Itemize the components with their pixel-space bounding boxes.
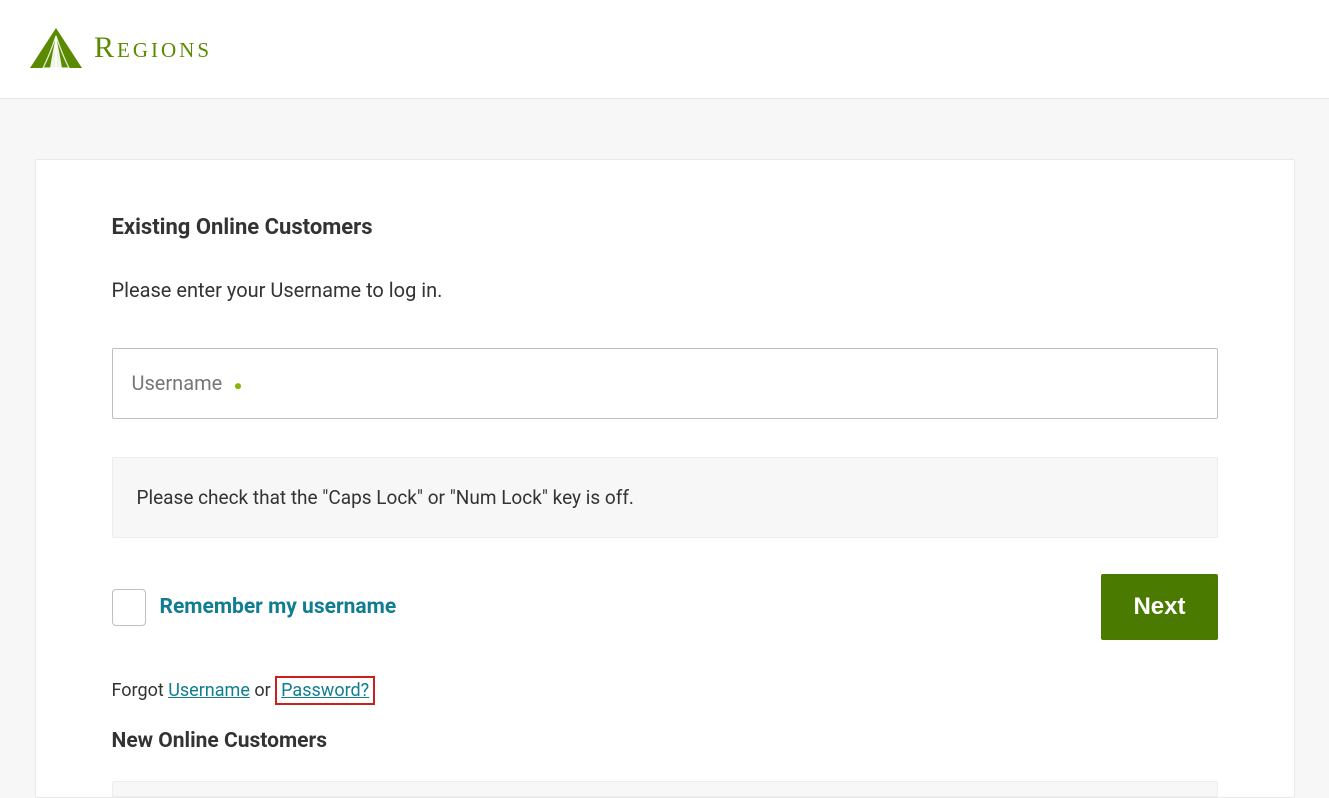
forgot-password-link[interactable]: Password? [281,680,369,701]
regions-logo-icon [30,28,82,68]
forgot-password-highlight: Password? [275,676,375,705]
forgot-line: Forgot Username or Password? [112,676,1218,705]
new-customers-heading: New Online Customers [112,729,1218,753]
forgot-separator: or [250,680,275,701]
new-customers-box [112,781,1218,797]
username-field-wrap: Username [112,348,1218,419]
remember-username-checkbox[interactable] [112,589,146,626]
login-card: Existing Online Customers Please enter y… [35,159,1295,798]
remember-username-label[interactable]: Remember my username [160,595,397,619]
page-header: Regions [0,0,1329,99]
forgot-username-link[interactable]: Username [168,680,250,701]
controls-row: Remember my username Next [112,574,1218,640]
capslock-info-box: Please check that the "Caps Lock" or "Nu… [112,457,1218,538]
next-button[interactable]: Next [1101,574,1217,640]
logo[interactable]: Regions [30,28,1299,68]
remember-username-checkbox-wrap: Remember my username [112,589,397,626]
username-input[interactable] [112,348,1218,419]
page-body: Existing Online Customers Please enter y… [0,99,1329,798]
login-instruction: Please enter your Username to log in. [112,278,1218,302]
forgot-prefix: Forgot [112,680,169,701]
existing-customers-heading: Existing Online Customers [112,215,1218,240]
brand-name: Regions [94,31,212,65]
